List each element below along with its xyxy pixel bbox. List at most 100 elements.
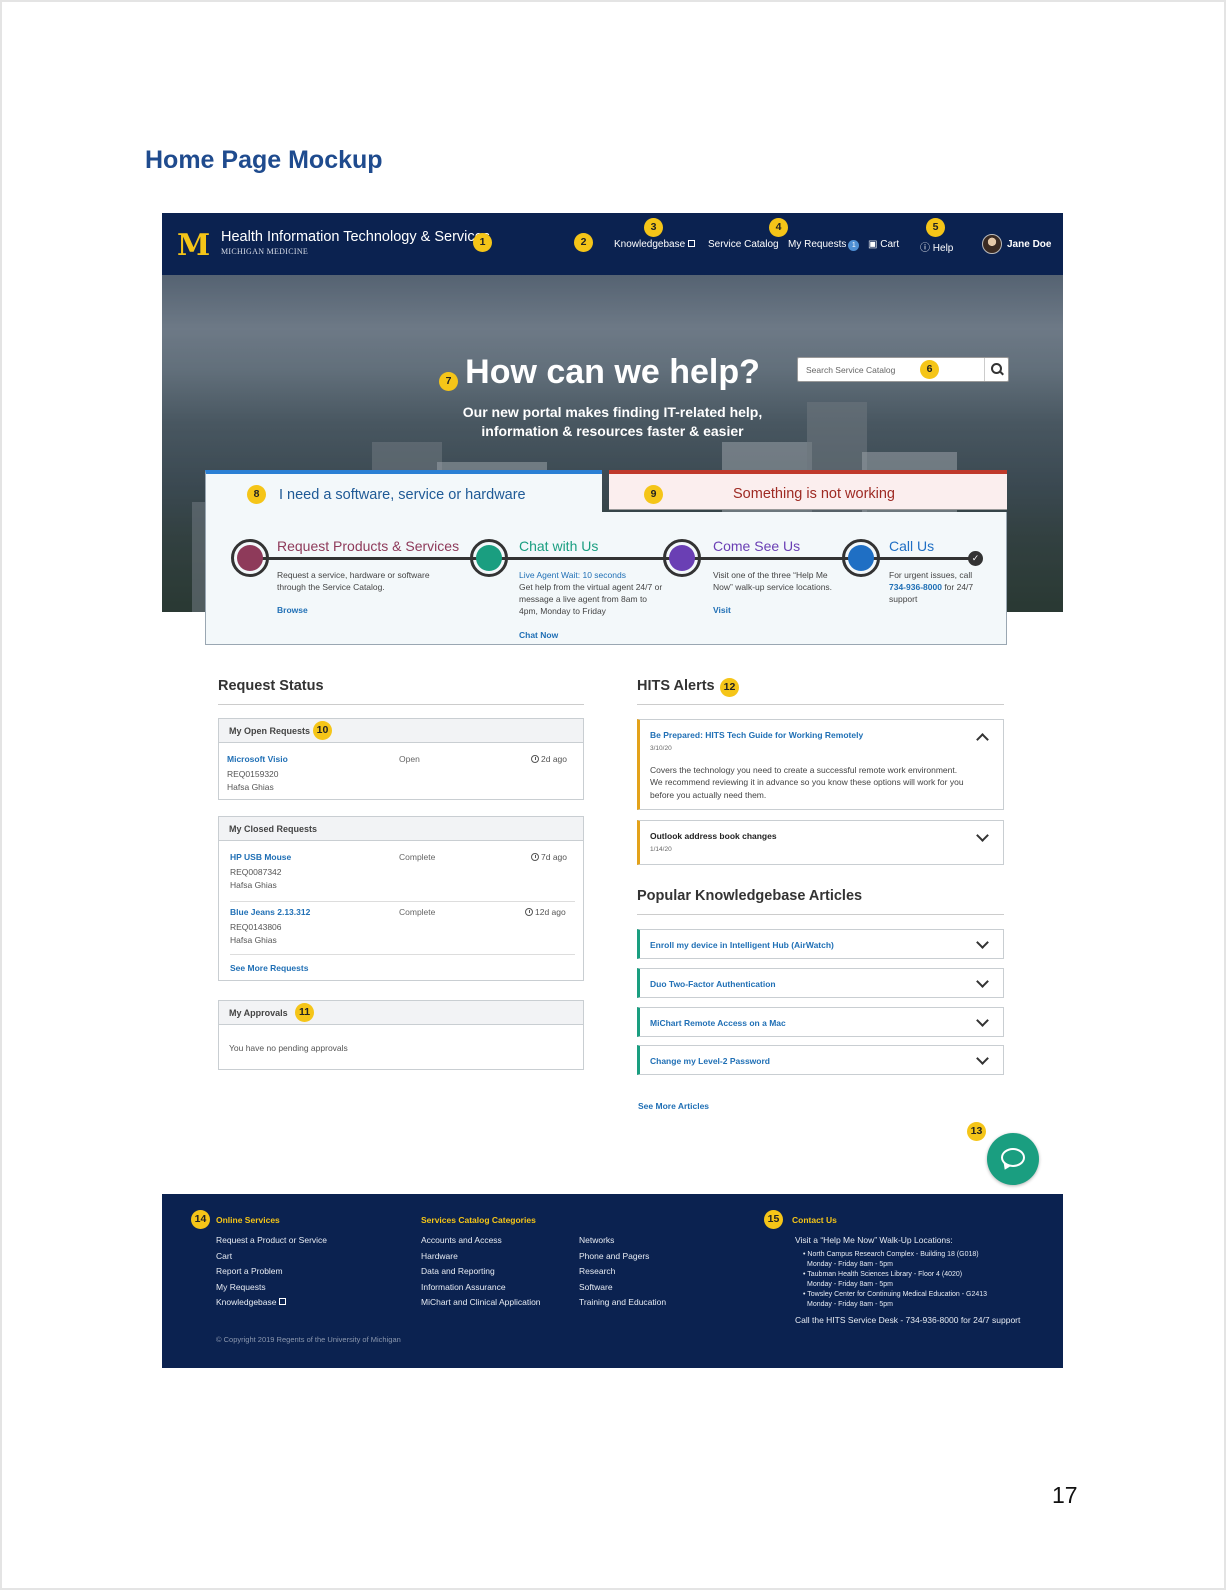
nav-cart[interactable]: ▣ Cart: [868, 239, 899, 250]
alert-title[interactable]: Outlook address book changes: [650, 831, 777, 841]
footer-link[interactable]: Report a Problem: [216, 1266, 283, 1276]
callout-3: 3: [644, 218, 663, 237]
kb-article-title[interactable]: MiChart Remote Access on a Mac: [650, 1018, 786, 1028]
request-status: Complete: [399, 852, 436, 862]
request-products-desc: Request a service, hardware or software …: [277, 570, 430, 592]
footer-category-link[interactable]: Accounts and Access: [421, 1235, 502, 1245]
request-link[interactable]: Microsoft Visio: [227, 754, 288, 764]
footer-category-link[interactable]: Software: [579, 1282, 613, 1292]
alert-item[interactable]: Outlook address book changes 1/14/20: [637, 820, 1004, 865]
site-footer: 14 Online Services Request a Product or …: [162, 1194, 1063, 1368]
request-age-label: 7d ago: [541, 852, 567, 862]
nav-my-requests[interactable]: My Requests 1: [788, 239, 860, 251]
footer-link-knowledgebase[interactable]: Knowledgebase: [216, 1297, 286, 1307]
site-title[interactable]: Health Information Technology & Services: [221, 229, 490, 245]
footer-category-link[interactable]: Information Assurance: [421, 1282, 506, 1292]
tab-something-broken[interactable]: 9 Something is not working: [609, 470, 1007, 510]
block-m-logo[interactable]: M: [177, 228, 210, 263]
kb-article[interactable]: MiChart Remote Access on a Mac: [637, 1007, 1004, 1037]
footer-category-link[interactable]: Hardware: [421, 1251, 458, 1261]
footer-link[interactable]: My Requests: [216, 1282, 266, 1292]
nav-knowledgebase[interactable]: Knowledgebase: [614, 239, 696, 250]
briefcase-icon[interactable]: [231, 539, 269, 577]
see-more-requests-link[interactable]: See More Requests: [230, 963, 308, 973]
footer-category-link[interactable]: MiChart and Clinical Application: [421, 1297, 541, 1307]
nav-help[interactable]: ⓘ Help: [920, 239, 953, 254]
open-requests-header: My Open Requests: [219, 719, 583, 743]
visit-link[interactable]: Visit: [713, 605, 731, 615]
callout-10: 10: [313, 721, 332, 740]
external-link-icon: [688, 240, 696, 247]
chat-now-link[interactable]: Chat Now: [519, 630, 558, 640]
see-more-articles-link[interactable]: See More Articles: [638, 1101, 709, 1111]
kb-article-title[interactable]: Enroll my device in Intelligent Hub (Air…: [650, 940, 834, 950]
nav-cart-label: Cart: [880, 239, 900, 250]
chevron-down-icon[interactable]: [976, 975, 989, 988]
footer-link-label: Knowledgebase: [216, 1297, 277, 1307]
approvals-card: My Approvals 11 You have no pending appr…: [218, 1000, 584, 1070]
help-icon: ⓘ: [920, 243, 930, 254]
request-link[interactable]: Blue Jeans 2.13.312: [230, 907, 310, 917]
kb-article[interactable]: Change my Level-2 Password: [637, 1045, 1004, 1075]
request-products-title[interactable]: Request Products & Services: [277, 538, 459, 554]
clock-icon: [531, 853, 539, 861]
alert-item[interactable]: Be Prepared: HITS Tech Guide for Working…: [637, 719, 1004, 810]
footer-category-link[interactable]: Research: [579, 1266, 615, 1276]
request-link[interactable]: HP USB Mouse: [230, 852, 291, 862]
chevron-down-icon[interactable]: [976, 1052, 989, 1065]
mockup-screenshot: M Health Information Technology & Servic…: [162, 213, 1063, 1368]
kb-article[interactable]: Enroll my device in Intelligent Hub (Air…: [637, 929, 1004, 959]
clock-icon: [525, 908, 533, 916]
hero-title: How can we help?: [465, 353, 760, 391]
callout-9: 9: [644, 485, 663, 504]
cart-icon: ▣: [868, 239, 878, 250]
chevron-down-icon[interactable]: [976, 1014, 989, 1027]
nav-help-label: Help: [932, 243, 954, 254]
footer-category-link[interactable]: Data and Reporting: [421, 1266, 495, 1276]
open-requests-card: My Open Requests 10 Microsoft Visio REQ0…: [218, 718, 584, 800]
call-us-title[interactable]: Call Us: [889, 538, 934, 554]
phone-icon[interactable]: [842, 539, 880, 577]
divider: [230, 901, 575, 902]
chevron-down-icon[interactable]: [976, 829, 989, 842]
request-age: 12d ago: [525, 907, 566, 917]
chat-title[interactable]: Chat with Us: [519, 538, 598, 554]
browse-link[interactable]: Browse: [277, 605, 308, 615]
site-header: M Health Information Technology & Servic…: [162, 213, 1063, 275]
user-name[interactable]: Jane Doe: [1007, 239, 1051, 250]
divider: [218, 704, 584, 705]
kb-article-title[interactable]: Duo Two-Factor Authentication: [650, 979, 776, 989]
request-age-label: 2d ago: [541, 754, 567, 764]
no-approvals-message: You have no pending approvals: [229, 1043, 348, 1053]
footer-category-link[interactable]: Networks: [579, 1235, 614, 1245]
document-title: Home Page Mockup: [145, 146, 383, 174]
footer-category-link[interactable]: Phone and Pagers: [579, 1251, 649, 1261]
kb-article-title[interactable]: Change my Level-2 Password: [650, 1056, 770, 1066]
chevron-down-icon[interactable]: [976, 936, 989, 949]
request-id: REQ0087342: [230, 867, 282, 877]
come-see-us-title[interactable]: Come See Us: [713, 538, 800, 554]
tab-need-software[interactable]: 8 I need a software, service or hardware: [205, 470, 602, 513]
chat-icon[interactable]: [470, 539, 508, 577]
call-us-phone[interactable]: 734-936-8000: [889, 582, 942, 592]
chevron-up-icon[interactable]: [976, 733, 989, 746]
footer-link[interactable]: Cart: [216, 1251, 232, 1261]
calendar-icon[interactable]: [663, 539, 701, 577]
site-subtitle: MICHIGAN MEDICINE: [221, 247, 309, 256]
call-us-desc-pre: For urgent issues, call: [889, 570, 973, 580]
request-person: Hafsa Ghias: [230, 935, 277, 945]
nav-service-catalog[interactable]: Service Catalog: [708, 239, 779, 250]
alert-title[interactable]: Be Prepared: HITS Tech Guide for Working…: [650, 730, 863, 740]
footer-category-link[interactable]: Training and Education: [579, 1297, 666, 1307]
chat-widget-button[interactable]: [987, 1133, 1039, 1185]
copyright: © Copyright 2019 Regents of the Universi…: [216, 1335, 401, 1344]
walkup-location: • North Campus Research Complex - Buildi…: [803, 1251, 979, 1258]
user-avatar[interactable]: [982, 234, 1002, 254]
footer-link[interactable]: Request a Product or Service: [216, 1235, 327, 1245]
approvals-header: My Approvals: [219, 1001, 583, 1025]
request-age: 2d ago: [531, 754, 567, 764]
walkup-hours: Monday - Friday 8am - 5pm: [807, 1281, 893, 1288]
chat-desc: Get help from the virtual agent 24/7 or …: [519, 582, 663, 616]
kb-article[interactable]: Duo Two-Factor Authentication: [637, 968, 1004, 998]
request-person: Hafsa Ghias: [230, 880, 277, 890]
